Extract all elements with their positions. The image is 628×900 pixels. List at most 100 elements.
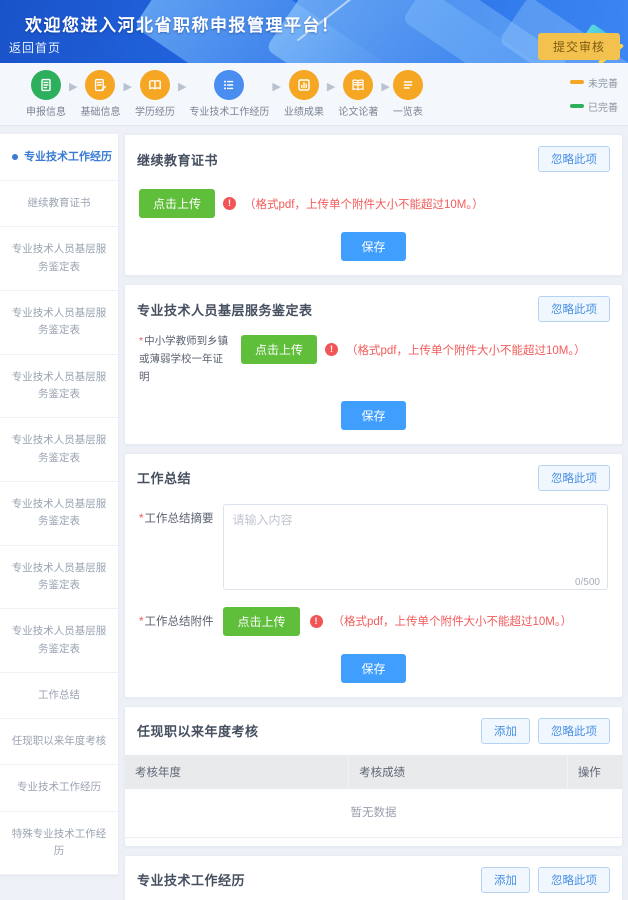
sidebar-item-grassroots-form[interactable]: 专业技术人员基层服务鉴定表	[0, 227, 118, 292]
add-row-button[interactable]: 添加	[481, 866, 530, 893]
bar-chart-icon	[288, 70, 319, 100]
table-header-cell: 操作	[567, 754, 622, 789]
required-marker: *	[139, 335, 144, 347]
step-arrow-icon: ▶	[123, 81, 132, 93]
back-home-link[interactable]: 返回首页	[9, 39, 61, 56]
incomplete-dash-icon	[570, 80, 584, 84]
upload-row: 点击上传 ! （格式pdf，上传单个附件大小不能超过10M。）	[125, 181, 622, 222]
step-arrow-icon: ▶	[272, 81, 281, 93]
active-dot-icon	[12, 154, 18, 161]
report-document-icon	[31, 70, 61, 100]
section-title: 专业技术人员基层服务鉴定表	[137, 302, 313, 318]
step-arrow-icon: ▶	[177, 81, 187, 93]
sidebar-item-label: 专业技术工作经历	[24, 151, 112, 163]
work-summary-abstract-input[interactable]	[223, 503, 608, 590]
step-arrow-icon: ▶	[381, 81, 390, 93]
sidebar-item-grassroots-form[interactable]: 专业技术人员基层服务鉴定表	[0, 546, 118, 610]
ignore-section-button[interactable]: 忽略此项	[538, 717, 610, 744]
card-header: 专业技术人员基层服务鉴定表 忽略此项	[125, 285, 622, 331]
ignore-section-button[interactable]: 忽略此项	[538, 146, 610, 172]
open-book-icon	[139, 70, 170, 100]
abstract-field-row: *工作总结摘要 0/500	[125, 500, 622, 603]
save-row: 保存	[125, 644, 622, 697]
save-button[interactable]: 保存	[341, 232, 406, 261]
step-arrow-icon: ▶	[69, 81, 78, 93]
section-work-experience: 专业技术工作经历 添加 忽略此项 经历类别 起始时间 截止时间 经历内容 备注 …	[124, 854, 623, 900]
sidebar-item-grassroots-form[interactable]: 专业技术人员基层服务鉴定表	[0, 482, 118, 546]
step-label: 专业技术工作经历	[189, 107, 270, 118]
step-label: 基础信息	[80, 107, 121, 118]
upload-button[interactable]: 点击上传	[223, 606, 300, 636]
save-button[interactable]: 保存	[341, 653, 406, 683]
section-title: 工作总结	[137, 471, 192, 487]
table-header-cell: 考核年度	[125, 754, 350, 789]
step-professional-work-experience[interactable]: 专业技术工作经历	[189, 70, 269, 118]
steps-legend: 未完善 已完善	[570, 75, 622, 114]
step-arrow-icon: ▶	[326, 81, 336, 93]
table-header-cell: 考核成绩	[348, 754, 568, 789]
step-label: 一览表	[392, 107, 423, 118]
warning-icon: !	[325, 343, 339, 356]
add-row-button[interactable]: 添加	[481, 717, 530, 744]
upload-note: （格式pdf，上传单个附件大小不能超过10M。）	[244, 198, 484, 211]
empty-row: 暂无数据	[125, 788, 622, 838]
sidebar-item-grassroots-form[interactable]: 专业技术人员基层服务鉴定表	[0, 291, 118, 355]
field-row: *中小学教师到乡镇或薄弱学校一年证明 点击上传 ! （格式pdf，上传单个附件大…	[125, 331, 622, 391]
legend-label: 已完善	[588, 102, 618, 114]
list-icon	[214, 70, 245, 100]
upload-note: （格式pdf，上传单个附件大小不能超过10M。）	[332, 616, 573, 629]
upload-note: （格式pdf，上传单个附件大小不能超过10M。）	[346, 344, 586, 357]
section-work-summary: 工作总结 忽略此项 *工作总结摘要 0/500 *工作总结附件 点击上传 ! （…	[124, 452, 623, 698]
paper-book-icon	[343, 70, 374, 100]
step-declare-info[interactable]: 申报信息	[26, 70, 66, 118]
upload-button[interactable]: 点击上传	[241, 335, 318, 364]
save-button[interactable]: 保存	[341, 400, 406, 430]
sidebar-item-grassroots-form[interactable]: 专业技术人员基层服务鉴定表	[0, 418, 118, 482]
field-label: *工作总结附件	[139, 616, 214, 629]
empty-placeholder: 暂无数据	[125, 788, 622, 838]
sidebar-item-special-work-experience[interactable]: 特殊专业技术工作经历	[0, 812, 118, 876]
step-summary-table[interactable]: 一览表	[392, 70, 423, 118]
card-header: 工作总结 忽略此项	[125, 454, 622, 500]
annual-assessment-table: 考核年度 考核成绩 操作 暂无数据	[125, 754, 622, 838]
section-annual-assessment: 任现职以来年度考核 添加 忽略此项 考核年度 考核成绩 操作 暂无数据	[124, 705, 623, 847]
section-title: 专业技术工作经历	[137, 873, 246, 889]
sidebar-item-professional-work-experience[interactable]: 专业技术工作经历	[0, 134, 118, 182]
legend-complete: 已完善	[570, 99, 618, 114]
section-grassroots-service: 专业技术人员基层服务鉴定表 忽略此项 *中小学教师到乡镇或薄弱学校一年证明 点击…	[124, 284, 623, 445]
ignore-section-button[interactable]: 忽略此项	[538, 866, 610, 893]
card-header: 继续教育证书 忽略此项	[125, 135, 622, 181]
sidebar-item-continuing-education[interactable]: 继续教育证书	[0, 181, 118, 228]
table-lines-icon	[392, 70, 423, 100]
section-continuing-education: 继续教育证书 忽略此项 点击上传 ! （格式pdf，上传单个附件大小不能超过10…	[124, 134, 623, 276]
step-label: 业绩成果	[283, 107, 324, 118]
sidebar-item-grassroots-form[interactable]: 专业技术人员基层服务鉴定表	[0, 609, 118, 673]
step-papers[interactable]: 论文论著	[338, 70, 378, 118]
sidebar-item-work-experience[interactable]: 专业技术工作经历	[0, 765, 118, 812]
step-basic-info[interactable]: 基础信息	[80, 70, 120, 118]
field-label: *中小学教师到乡镇或薄弱学校一年证明	[139, 335, 229, 383]
page-body: 专业技术工作经历 继续教育证书 专业技术人员基层服务鉴定表 专业技术人员基层服务…	[0, 126, 628, 900]
steps-bar: 申报信息 ▶ 基础信息 ▶ 学历经历 ▶ 专业技术工作经历 ▶ 业绩成果 ▶ 论…	[0, 63, 628, 126]
main-content: 继续教育证书 忽略此项 点击上传 ! （格式pdf，上传单个附件大小不能超过10…	[124, 134, 623, 900]
attachment-field-row: *工作总结附件 点击上传 ! （格式pdf，上传单个附件大小不能超过10M。）	[125, 603, 622, 644]
submit-review-button[interactable]: 提交审核	[537, 33, 620, 60]
complete-dash-icon	[570, 104, 584, 108]
step-label: 论文论著	[338, 107, 379, 118]
sidebar-item-work-summary[interactable]: 工作总结	[0, 673, 118, 720]
step-achievements[interactable]: 业绩成果	[284, 70, 324, 118]
warning-icon: !	[223, 197, 237, 210]
field-label: *工作总结摘要	[139, 512, 214, 525]
step-education-history[interactable]: 学历经历	[135, 70, 175, 118]
step-label: 学历经历	[134, 107, 175, 118]
ignore-section-button[interactable]: 忽略此项	[538, 464, 610, 491]
upload-button[interactable]: 点击上传	[139, 189, 216, 218]
save-row: 保存	[125, 391, 622, 444]
sidebar-item-grassroots-form[interactable]: 专业技术人员基层服务鉴定表	[0, 355, 118, 419]
step-label: 申报信息	[26, 107, 66, 118]
platform-title: 欢迎您进入河北省职称申报管理平台！	[25, 16, 340, 35]
section-title: 任现职以来年度考核	[137, 724, 259, 740]
ignore-section-button[interactable]: 忽略此项	[538, 296, 610, 322]
sidebar-item-annual-assessment[interactable]: 任现职以来年度考核	[0, 719, 118, 766]
save-row: 保存	[125, 222, 622, 275]
